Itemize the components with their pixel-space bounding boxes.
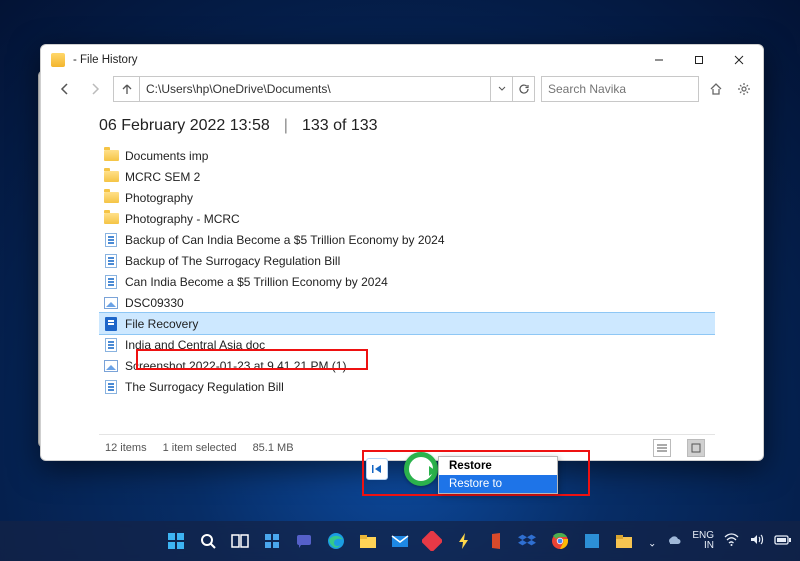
- tray-overflow-icon[interactable]: ⌃: [648, 536, 656, 547]
- restore-button[interactable]: [404, 452, 438, 486]
- wifi-icon[interactable]: [724, 532, 739, 550]
- file-name: Can India Become a $5 Trillion Economy b…: [125, 275, 388, 289]
- file-name: Documents imp: [125, 149, 208, 163]
- folder-icon: [103, 169, 119, 185]
- close-button[interactable]: [719, 45, 759, 75]
- app-icon: [51, 53, 65, 67]
- menu-restore-to[interactable]: Restore to: [439, 475, 557, 493]
- address-input[interactable]: [140, 77, 490, 101]
- language-indicator[interactable]: ENG IN: [692, 531, 714, 551]
- file-name: Screenshot 2022-01-23 at 9.41.21 PM (1): [125, 359, 346, 373]
- doc-icon: [103, 232, 119, 248]
- file-name: MCRC SEM 2: [125, 170, 200, 184]
- bin-icon: [103, 316, 119, 332]
- back-button[interactable]: [53, 77, 77, 101]
- list-item[interactable]: Backup of The Surrogacy Regulation Bill: [99, 250, 715, 271]
- file-name: File Recovery: [125, 317, 198, 331]
- chat-icon[interactable]: [290, 527, 318, 555]
- minimize-button[interactable]: [639, 45, 679, 75]
- file-name: Backup of Can India Become a $5 Trillion…: [125, 233, 445, 247]
- address-bar: [113, 76, 535, 102]
- office-icon[interactable]: [482, 527, 510, 555]
- snapshot-position: 133 of 133: [302, 117, 378, 135]
- app-blue-icon[interactable]: [578, 527, 606, 555]
- file-name: Photography: [125, 191, 193, 205]
- snapshot-datetime: 06 February 2022 13:58: [99, 117, 270, 135]
- status-size: 85.1 MB: [253, 442, 294, 454]
- pic-icon: [103, 358, 119, 374]
- doc-icon: [103, 253, 119, 269]
- navigation-bar: [41, 75, 763, 109]
- folder-icon: [103, 211, 119, 227]
- file-history-window: - File History 06 February 2022 13:58 | …: [40, 44, 764, 461]
- pic-icon: [103, 295, 119, 311]
- forward-button[interactable]: [83, 77, 107, 101]
- home-icon[interactable]: [705, 78, 727, 100]
- search-input[interactable]: [541, 76, 699, 102]
- refresh-button[interactable]: [512, 77, 534, 101]
- status-selection: 1 item selected: [163, 442, 237, 454]
- battery-icon[interactable]: [774, 534, 792, 549]
- taskbar-pinned: [162, 527, 638, 555]
- dropbox-icon[interactable]: [514, 527, 542, 555]
- chrome-icon[interactable]: [546, 527, 574, 555]
- doc-icon: [103, 337, 119, 353]
- app-red-icon[interactable]: [418, 527, 446, 555]
- file-explorer-icon[interactable]: [354, 527, 382, 555]
- mail-icon[interactable]: [386, 527, 414, 555]
- volume-icon[interactable]: [749, 532, 764, 550]
- restore-controls: Restore Restore to: [362, 450, 590, 496]
- app-folder-icon[interactable]: [610, 527, 638, 555]
- task-view-icon[interactable]: [226, 527, 254, 555]
- title-bar[interactable]: - File History: [41, 45, 763, 75]
- folder-icon: [103, 190, 119, 206]
- file-name: Backup of The Surrogacy Regulation Bill: [125, 254, 340, 268]
- list-item[interactable]: MCRC SEM 2: [99, 166, 715, 187]
- file-list[interactable]: Documents imp MCRC SEM 2 Photography Photog…: [99, 145, 715, 434]
- content-area: 06 February 2022 13:58 | 133 of 133 Docu…: [41, 109, 763, 434]
- status-count: 12 items: [105, 442, 147, 454]
- list-item[interactable]: The Surrogacy Regulation Bill: [99, 376, 715, 397]
- menu-restore[interactable]: Restore: [439, 457, 557, 475]
- edge-icon[interactable]: [322, 527, 350, 555]
- list-item[interactable]: India and Central Asia doc: [99, 334, 715, 355]
- system-tray: ⌃ ENG IN: [648, 531, 792, 551]
- gear-icon[interactable]: [733, 78, 755, 100]
- list-item[interactable]: Photography - MCRC: [99, 208, 715, 229]
- list-item[interactable]: File Recovery: [99, 313, 715, 334]
- onedrive-tray-icon[interactable]: [666, 532, 682, 551]
- list-item[interactable]: Photography: [99, 187, 715, 208]
- snapshot-header: 06 February 2022 13:58 | 133 of 133: [99, 109, 715, 145]
- restore-context-menu: Restore Restore to: [438, 456, 558, 494]
- taskbar[interactable]: ⌃ ENG IN: [0, 521, 800, 561]
- file-name: India and Central Asia doc: [125, 338, 265, 352]
- view-large-icon[interactable]: [687, 439, 705, 457]
- search-icon[interactable]: [194, 527, 222, 555]
- address-dropdown[interactable]: [490, 77, 512, 101]
- previous-version-button[interactable]: [366, 458, 388, 480]
- widgets-icon[interactable]: [258, 527, 286, 555]
- doc-icon: [103, 379, 119, 395]
- list-item[interactable]: Backup of Can India Become a $5 Trillion…: [99, 229, 715, 250]
- list-item[interactable]: Documents imp: [99, 145, 715, 166]
- doc-icon: [103, 274, 119, 290]
- view-details-icon[interactable]: [653, 439, 671, 457]
- app-bolt-icon[interactable]: [450, 527, 478, 555]
- list-item[interactable]: DSC09330: [99, 292, 715, 313]
- file-name: The Surrogacy Regulation Bill: [125, 380, 284, 394]
- up-button[interactable]: [114, 77, 140, 101]
- folder-icon: [103, 148, 119, 164]
- window-title: - File History: [73, 54, 138, 66]
- maximize-button[interactable]: [679, 45, 719, 75]
- list-item[interactable]: Screenshot 2022-01-23 at 9.41.21 PM (1): [99, 355, 715, 376]
- list-item[interactable]: Can India Become a $5 Trillion Economy b…: [99, 271, 715, 292]
- start-button[interactable]: [162, 527, 190, 555]
- file-name: Photography - MCRC: [125, 212, 240, 226]
- file-name: DSC09330: [125, 296, 184, 310]
